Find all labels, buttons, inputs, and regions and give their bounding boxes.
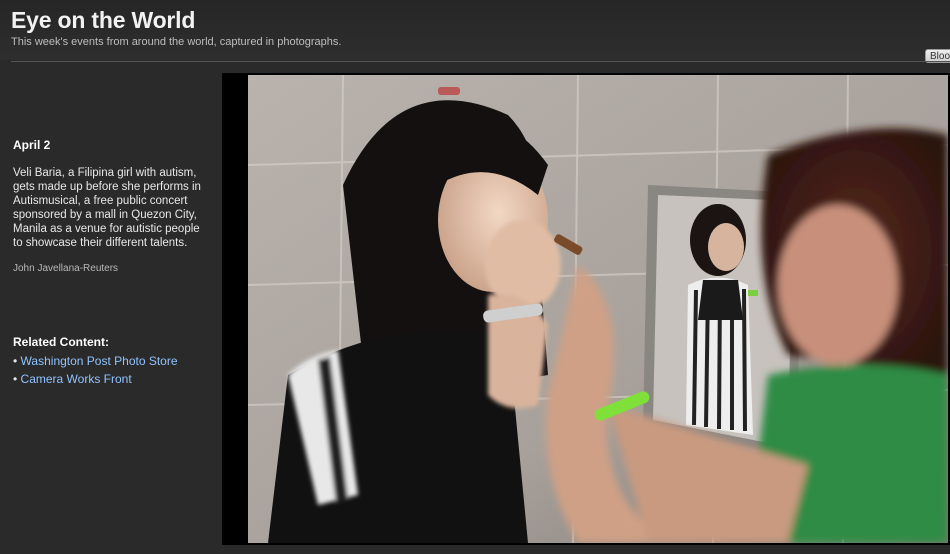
link-photo-store[interactable]: Washington Post Photo Store xyxy=(21,354,178,368)
page: Eye on the World This week's events from… xyxy=(0,0,950,554)
gallery-header: Eye on the World This week's events from… xyxy=(0,0,950,63)
related-content: Related Content: • Washington Post Photo… xyxy=(13,335,208,388)
photo-caption: April 2 Veli Baria, a Filipina girl with… xyxy=(13,138,208,274)
main-photo[interactable] xyxy=(248,75,948,543)
link-camera-works[interactable]: Camera Works Front xyxy=(21,372,132,386)
caption-sidebar xyxy=(0,62,222,554)
photo-credit: John Javellana-Reuters xyxy=(13,263,119,274)
photo-frame[interactable] xyxy=(222,73,950,545)
related-item: • Camera Works Front xyxy=(13,372,132,386)
photo-date: April 2 xyxy=(13,138,51,152)
page-title: Eye on the World xyxy=(11,7,196,33)
related-content-heading: Related Content: xyxy=(13,335,109,349)
page-subtitle: This week's events from around the world… xyxy=(11,36,342,48)
related-item: • Washington Post Photo Store xyxy=(13,354,178,368)
photo-description: Veli Baria, a Filipina girl with autism,… xyxy=(13,167,201,249)
